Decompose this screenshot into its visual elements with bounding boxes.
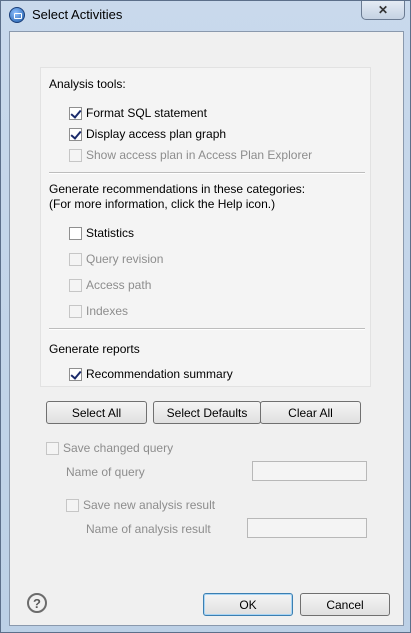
save-analysis-result-checkbox[interactable] bbox=[66, 498, 79, 512]
query-revision-option[interactable]: Query revision bbox=[69, 251, 163, 267]
save-changed-query-option[interactable]: Save changed query bbox=[46, 440, 173, 456]
ok-button[interactable]: OK bbox=[203, 593, 293, 616]
name-of-analysis-result-input[interactable] bbox=[247, 518, 367, 538]
statistics-label: Statistics bbox=[86, 226, 135, 240]
statistics-checkbox[interactable] bbox=[69, 226, 82, 240]
close-button[interactable]: ✕ bbox=[361, 1, 405, 20]
show-access-plan-explorer-option[interactable]: Show access plan in Access Plan Explorer bbox=[69, 147, 312, 163]
format-sql-label: Format SQL statement bbox=[86, 106, 207, 120]
recommendations-heading: Generate recommendations in these catego… bbox=[49, 182, 306, 196]
dialog-content: Analysis tools: Format SQL statement Dis… bbox=[9, 31, 404, 626]
recommendation-summary-option[interactable]: Recommendation summary bbox=[69, 366, 233, 382]
activities-panel: Analysis tools: Format SQL statement Dis… bbox=[40, 67, 371, 387]
indexes-label: Indexes bbox=[86, 304, 129, 318]
save-changed-query-checkbox[interactable] bbox=[46, 441, 59, 455]
select-activities-dialog: Select Activities ✕ Analysis tools: Form… bbox=[0, 0, 411, 633]
divider bbox=[49, 328, 365, 330]
select-defaults-button[interactable]: Select Defaults bbox=[153, 401, 261, 424]
clear-all-button[interactable]: Clear All bbox=[260, 401, 361, 424]
reports-heading: Generate reports bbox=[49, 342, 140, 356]
recommendation-summary-checkbox[interactable] bbox=[69, 367, 82, 381]
save-changed-query-label: Save changed query bbox=[63, 441, 174, 455]
name-of-query-input[interactable] bbox=[252, 461, 367, 481]
query-revision-checkbox[interactable] bbox=[69, 252, 82, 266]
app-icon bbox=[9, 7, 25, 23]
query-revision-label: Query revision bbox=[86, 252, 164, 266]
access-path-option[interactable]: Access path bbox=[69, 277, 151, 293]
display-access-plan-checkbox[interactable] bbox=[69, 127, 82, 141]
select-all-button[interactable]: Select All bbox=[46, 401, 147, 424]
show-access-plan-explorer-label: Show access plan in Access Plan Explorer bbox=[86, 148, 313, 162]
indexes-checkbox[interactable] bbox=[69, 304, 82, 318]
access-path-checkbox[interactable] bbox=[69, 278, 82, 292]
access-path-label: Access path bbox=[86, 278, 152, 292]
indexes-option[interactable]: Indexes bbox=[69, 303, 128, 319]
format-sql-option[interactable]: Format SQL statement bbox=[69, 105, 207, 121]
window-title: Select Activities bbox=[32, 7, 123, 22]
analysis-tools-heading: Analysis tools: bbox=[49, 77, 126, 91]
format-sql-checkbox[interactable] bbox=[69, 106, 82, 120]
recommendation-summary-label: Recommendation summary bbox=[86, 367, 233, 381]
statistics-option[interactable]: Statistics bbox=[69, 225, 134, 241]
divider bbox=[49, 172, 365, 174]
recommendations-help-note: (For more information, click the Help ic… bbox=[49, 197, 276, 211]
display-access-plan-label: Display access plan graph bbox=[86, 127, 227, 141]
display-access-plan-option[interactable]: Display access plan graph bbox=[69, 126, 226, 142]
help-icon[interactable]: ? bbox=[27, 593, 47, 613]
show-access-plan-explorer-checkbox[interactable] bbox=[69, 148, 82, 162]
title-bar: Select Activities ✕ bbox=[1, 1, 410, 29]
cancel-button[interactable]: Cancel bbox=[300, 593, 390, 616]
save-analysis-result-option[interactable]: Save new analysis result bbox=[66, 497, 215, 513]
save-analysis-result-label: Save new analysis result bbox=[83, 498, 216, 512]
name-of-query-label: Name of query bbox=[66, 465, 145, 479]
name-of-analysis-result-label: Name of analysis result bbox=[86, 522, 211, 536]
